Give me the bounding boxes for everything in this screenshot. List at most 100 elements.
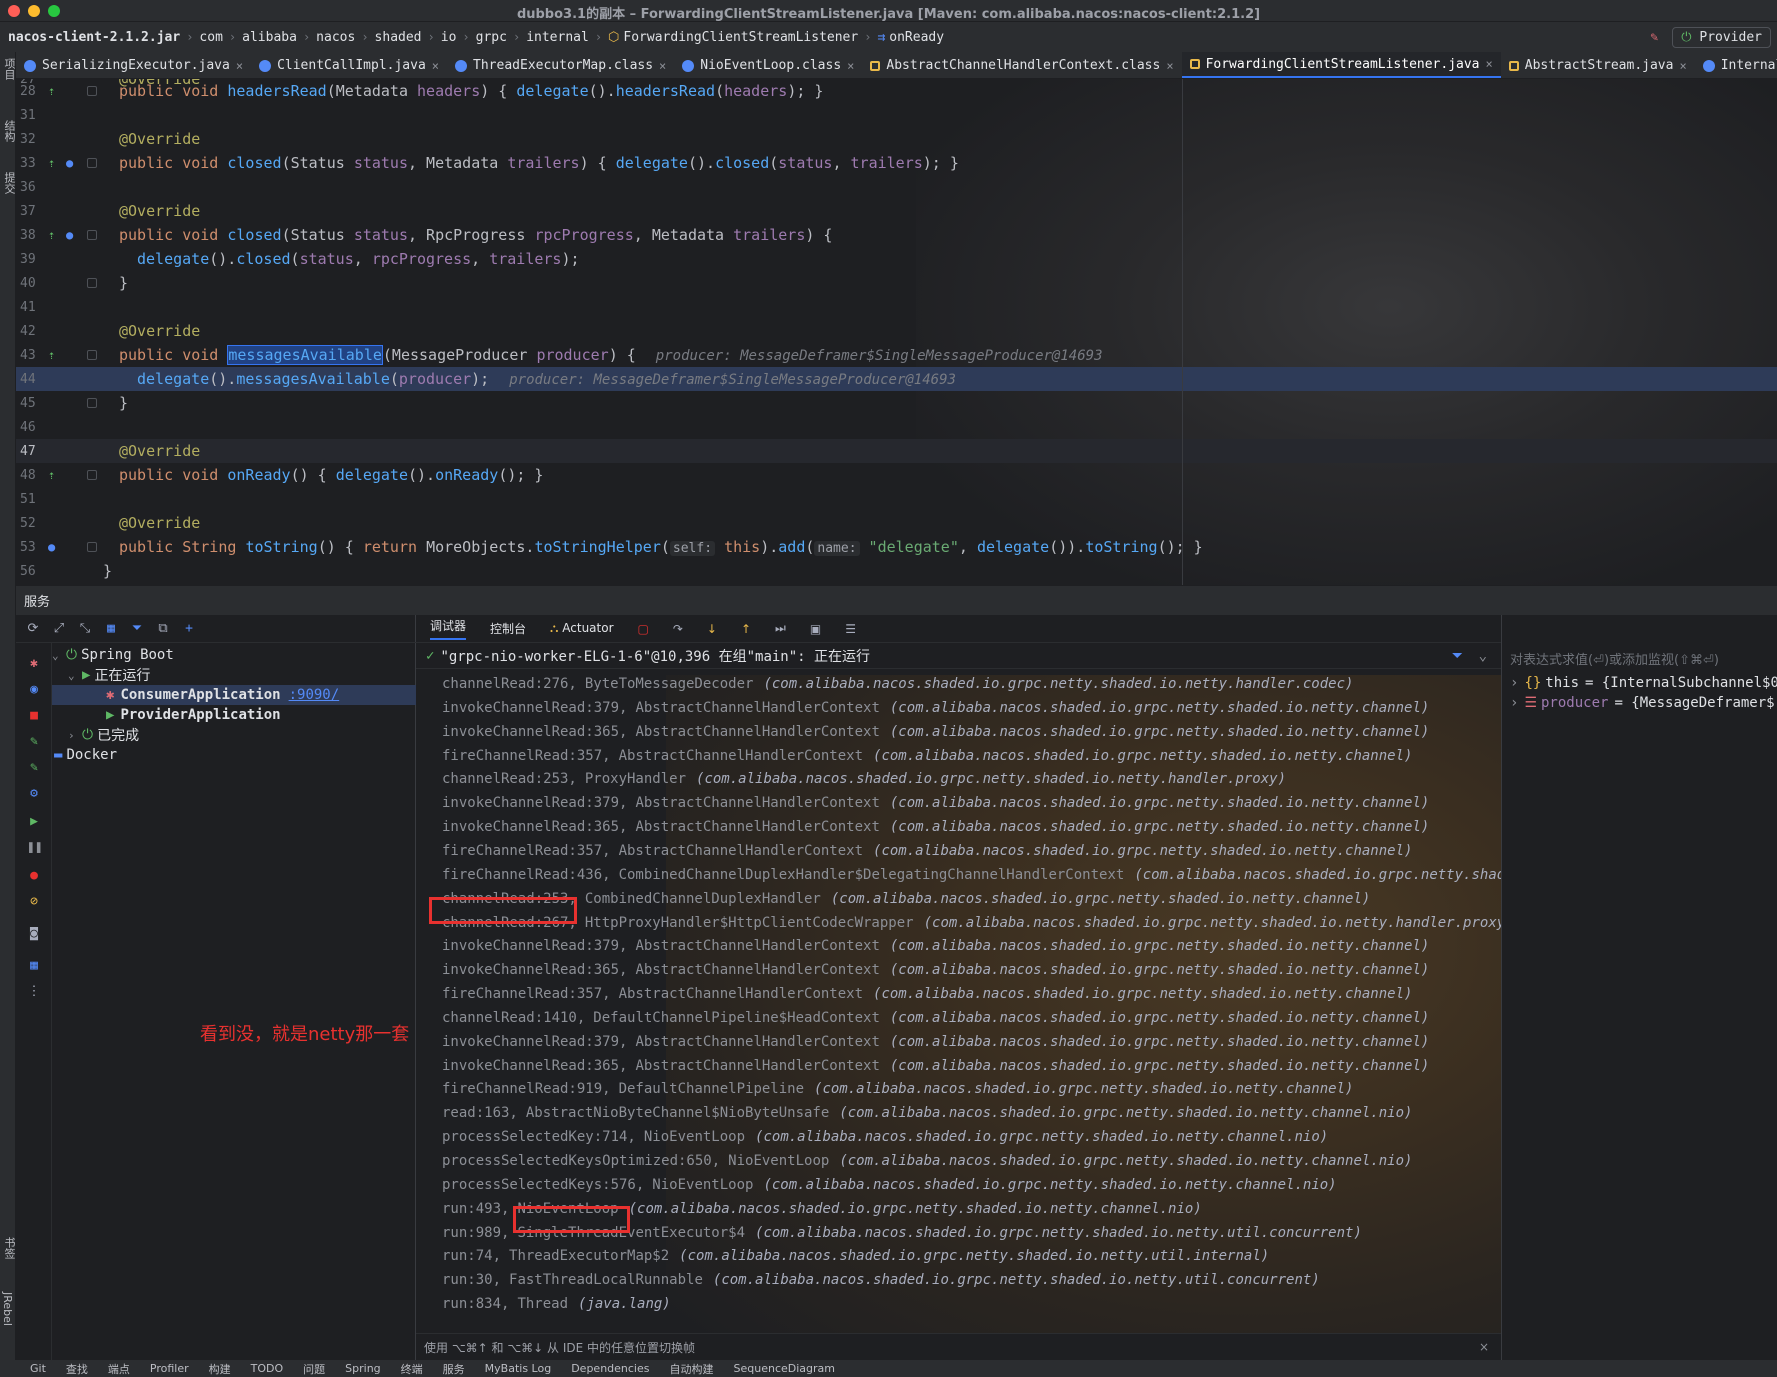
tool-window-button[interactable]: Profiler [150, 1362, 189, 1375]
evaluate-expression-field[interactable]: 对表达式求值(⏎)或添加监视(⇧⌘⏎) [1510, 649, 1719, 668]
stack-frame-row[interactable]: channelRead:1410, DefaultChannelPipeline$… [442, 1006, 1429, 1030]
camera-icon[interactable]: ◙ [27, 927, 41, 941]
tab-nio-event-loop[interactable]: NioEventLoop.class × [674, 52, 862, 78]
bookmarks-tool-button[interactable]: 书签 [1, 1237, 17, 1259]
stack-frame-row[interactable]: fireChannelRead:919, DefaultChannelPipeli… [442, 1077, 1353, 1101]
stack-frame-row[interactable]: invokeChannelRead:365, AbstractChannelHan… [442, 720, 1429, 744]
breadcrumb-item[interactable]: onReady [889, 30, 944, 45]
override-gutter-icon[interactable]: ⇡ [48, 84, 55, 98]
close-icon[interactable]: × [1679, 59, 1686, 73]
step-over-icon[interactable]: ↷ [673, 622, 683, 636]
tool-window-button[interactable]: 自动构建 [670, 1361, 714, 1377]
breadcrumb-item[interactable]: io [441, 30, 457, 45]
close-icon[interactable]: × [432, 59, 439, 73]
fold-icon[interactable] [87, 230, 97, 240]
group-by-icon[interactable]: ▦ [104, 621, 118, 636]
tool-window-button[interactable]: Spring [345, 1362, 381, 1375]
step-into-icon[interactable]: ↓ [707, 622, 717, 636]
tool-window-button[interactable]: Git [30, 1362, 46, 1375]
stack-frame-row[interactable]: run:74, ThreadExecutorMap$2 (com.alibaba.n… [442, 1244, 1269, 1268]
tool-window-button[interactable]: 端点 [108, 1361, 130, 1377]
stack-frame-row[interactable]: channelRead:267, HttpProxyHandler$HttpCli… [442, 911, 1501, 935]
chevron-right-icon[interactable]: › [1510, 695, 1518, 711]
stack-frame-row[interactable]: fireChannelRead:357, AbstractChannelHandl… [442, 982, 1412, 1006]
close-icon[interactable]: × [847, 59, 854, 73]
jrebel-tool-button[interactable]: JRebel [1, 1292, 14, 1326]
tool-window-button[interactable]: 服务 [443, 1361, 465, 1377]
gear-icon[interactable]: ⚙ [27, 787, 41, 801]
tool-window-button[interactable]: 终端 [401, 1361, 423, 1377]
stack-frame-row[interactable]: invokeChannelRead:379, AbstractChannelHan… [442, 1030, 1429, 1054]
tree-node-finished[interactable]: › ⏻ 已完成 [52, 725, 139, 745]
stack-frame-row[interactable]: channelRead:276, ByteToMessageDecoder (com… [442, 672, 1353, 696]
run-icon[interactable]: ▶ [27, 815, 41, 829]
stack-frame-row[interactable]: invokeChannelRead:365, AbstractChannelHan… [442, 958, 1429, 982]
fold-icon[interactable] [87, 470, 97, 480]
variable-row[interactable]: › {} this = {InternalSubchannel$0 [1510, 673, 1777, 693]
close-icon[interactable]: × [1486, 57, 1493, 71]
tool-window-button[interactable]: 问题 [303, 1361, 325, 1377]
tree-node-docker[interactable]: ▬ Docker [52, 745, 117, 765]
chevron-down-icon[interactable]: ⌄ [68, 669, 82, 682]
rebuild-icon[interactable]: ✎ [27, 761, 41, 775]
stack-frame-row[interactable]: invokeChannelRead:365, AbstractChannelHan… [442, 815, 1429, 839]
stack-frame-row[interactable]: invokeChannelRead:379, AbstractChannelHan… [442, 791, 1429, 815]
breadcrumb-item[interactable]: grpc [476, 30, 507, 45]
tab-thread-executor-map[interactable]: ThreadExecutorMap.class × [447, 52, 674, 78]
fold-icon[interactable] [87, 350, 97, 360]
tab-actuator[interactable]: ⛬ Actuator [550, 621, 613, 636]
step-out-icon[interactable]: ↑ [741, 622, 751, 636]
breakpoint-gutter-icon[interactable]: ● [48, 540, 55, 554]
collapse-all-icon[interactable]: ⤡ [78, 621, 92, 636]
commit-tool-button[interactable]: 提交 [1, 172, 17, 194]
bug-icon[interactable]: ✱ [27, 657, 41, 671]
layout-icon[interactable]: ▦ [27, 959, 41, 973]
tree-node-provider-application[interactable]: ▶ ProviderApplication [52, 705, 281, 725]
stack-frame-row[interactable]: channelRead:253, CombinedChannelDuplexHan… [442, 887, 1370, 911]
tool-window-button[interactable]: MyBatis Log [485, 1362, 552, 1375]
breakpoint-gutter-icon[interactable]: ● [66, 156, 73, 170]
code-editor[interactable]: 27 @Override 28 ⇡ public void headersRea… [16, 79, 1777, 585]
stack-frame-row[interactable]: run:834, Thread (java.lang) [442, 1292, 671, 1316]
structure-tool-button[interactable]: 结构 [1, 120, 17, 142]
breadcrumb-item[interactable]: nacos-client-2.1.2.jar [8, 30, 180, 45]
stop-icon[interactable]: ▢ [638, 622, 649, 636]
override-gutter-icon[interactable]: ⇡ [48, 468, 55, 482]
override-gutter-icon[interactable]: ⇡ [48, 228, 55, 242]
chevron-right-icon[interactable]: › [68, 729, 82, 742]
run-config-button[interactable]: ⏻ Provider [1672, 26, 1771, 48]
tab-abstract-stream[interactable]: AbstractStream.java × [1501, 52, 1695, 78]
variable-row[interactable]: › ☰ producer = {MessageDeframer$ [1510, 693, 1775, 713]
evaluate-icon[interactable]: ▣ [810, 622, 821, 636]
breadcrumb-item[interactable]: internal [526, 30, 589, 45]
chevron-down-icon[interactable]: ⌄ [52, 649, 66, 662]
tool-window-button[interactable]: SequenceDiagram [734, 1362, 836, 1375]
close-icon[interactable]: × [236, 59, 243, 73]
tab-serializing-executor[interactable]: SerializingExecutor.java × [16, 52, 251, 78]
refresh-icon[interactable]: ⟳ [26, 621, 40, 636]
stack-frame-row[interactable]: fireChannelRead:357, AbstractChannelHandl… [442, 839, 1412, 863]
breadcrumb-item[interactable]: alibaba [242, 30, 297, 45]
stack-frame-row[interactable]: invokeChannelRead:379, AbstractChannelHan… [442, 934, 1429, 958]
tab-client-call-impl[interactable]: ClientCallImpl.java × [251, 52, 447, 78]
tab-forwarding-client-stream-listener[interactable]: ForwardingClientStreamListener.java × [1181, 52, 1501, 78]
stack-frame-row[interactable]: fireChannelRead:436, CombinedChannelDuple… [442, 863, 1501, 887]
hammer-icon[interactable]: ✎ [27, 735, 41, 749]
filter-icon[interactable]: ⏷ [130, 621, 144, 636]
tree-node-running[interactable]: ⌄ ▶ 正在运行 [52, 665, 150, 685]
thread-selector[interactable]: ✓ "grpc-nio-worker-ELG-1-6"@10,396 在组"ma… [416, 643, 1501, 669]
fold-icon[interactable] [87, 398, 97, 408]
stack-frame-row[interactable]: invokeChannelRead:379, AbstractChannelHan… [442, 696, 1429, 720]
tab-internal-subchannel[interactable]: InternalSubchannel.clas [1695, 52, 1777, 78]
stack-frame-row[interactable]: processSelectedKeysOptimized:650, NioEven… [442, 1149, 1412, 1173]
project-tool-button[interactable]: 项目 [1, 58, 17, 80]
close-icon[interactable]: × [1479, 1340, 1489, 1354]
override-gutter-icon[interactable]: ⇡ [48, 156, 55, 170]
selected-method-name[interactable]: messagesAvailable [227, 345, 383, 365]
chevron-down-icon[interactable]: ⌄ [1479, 648, 1487, 664]
breadcrumb-item[interactable]: nacos [316, 30, 355, 45]
stack-frame-row[interactable]: channelRead:253, ProxyHandler (com.alibaba… [442, 767, 1286, 791]
port-link[interactable]: :9090/ [289, 687, 340, 703]
run-to-cursor-icon[interactable]: ⏭ [775, 621, 786, 636]
stack-frame-row[interactable]: processSelectedKey:714, NioEventLoop (com.… [442, 1125, 1328, 1149]
